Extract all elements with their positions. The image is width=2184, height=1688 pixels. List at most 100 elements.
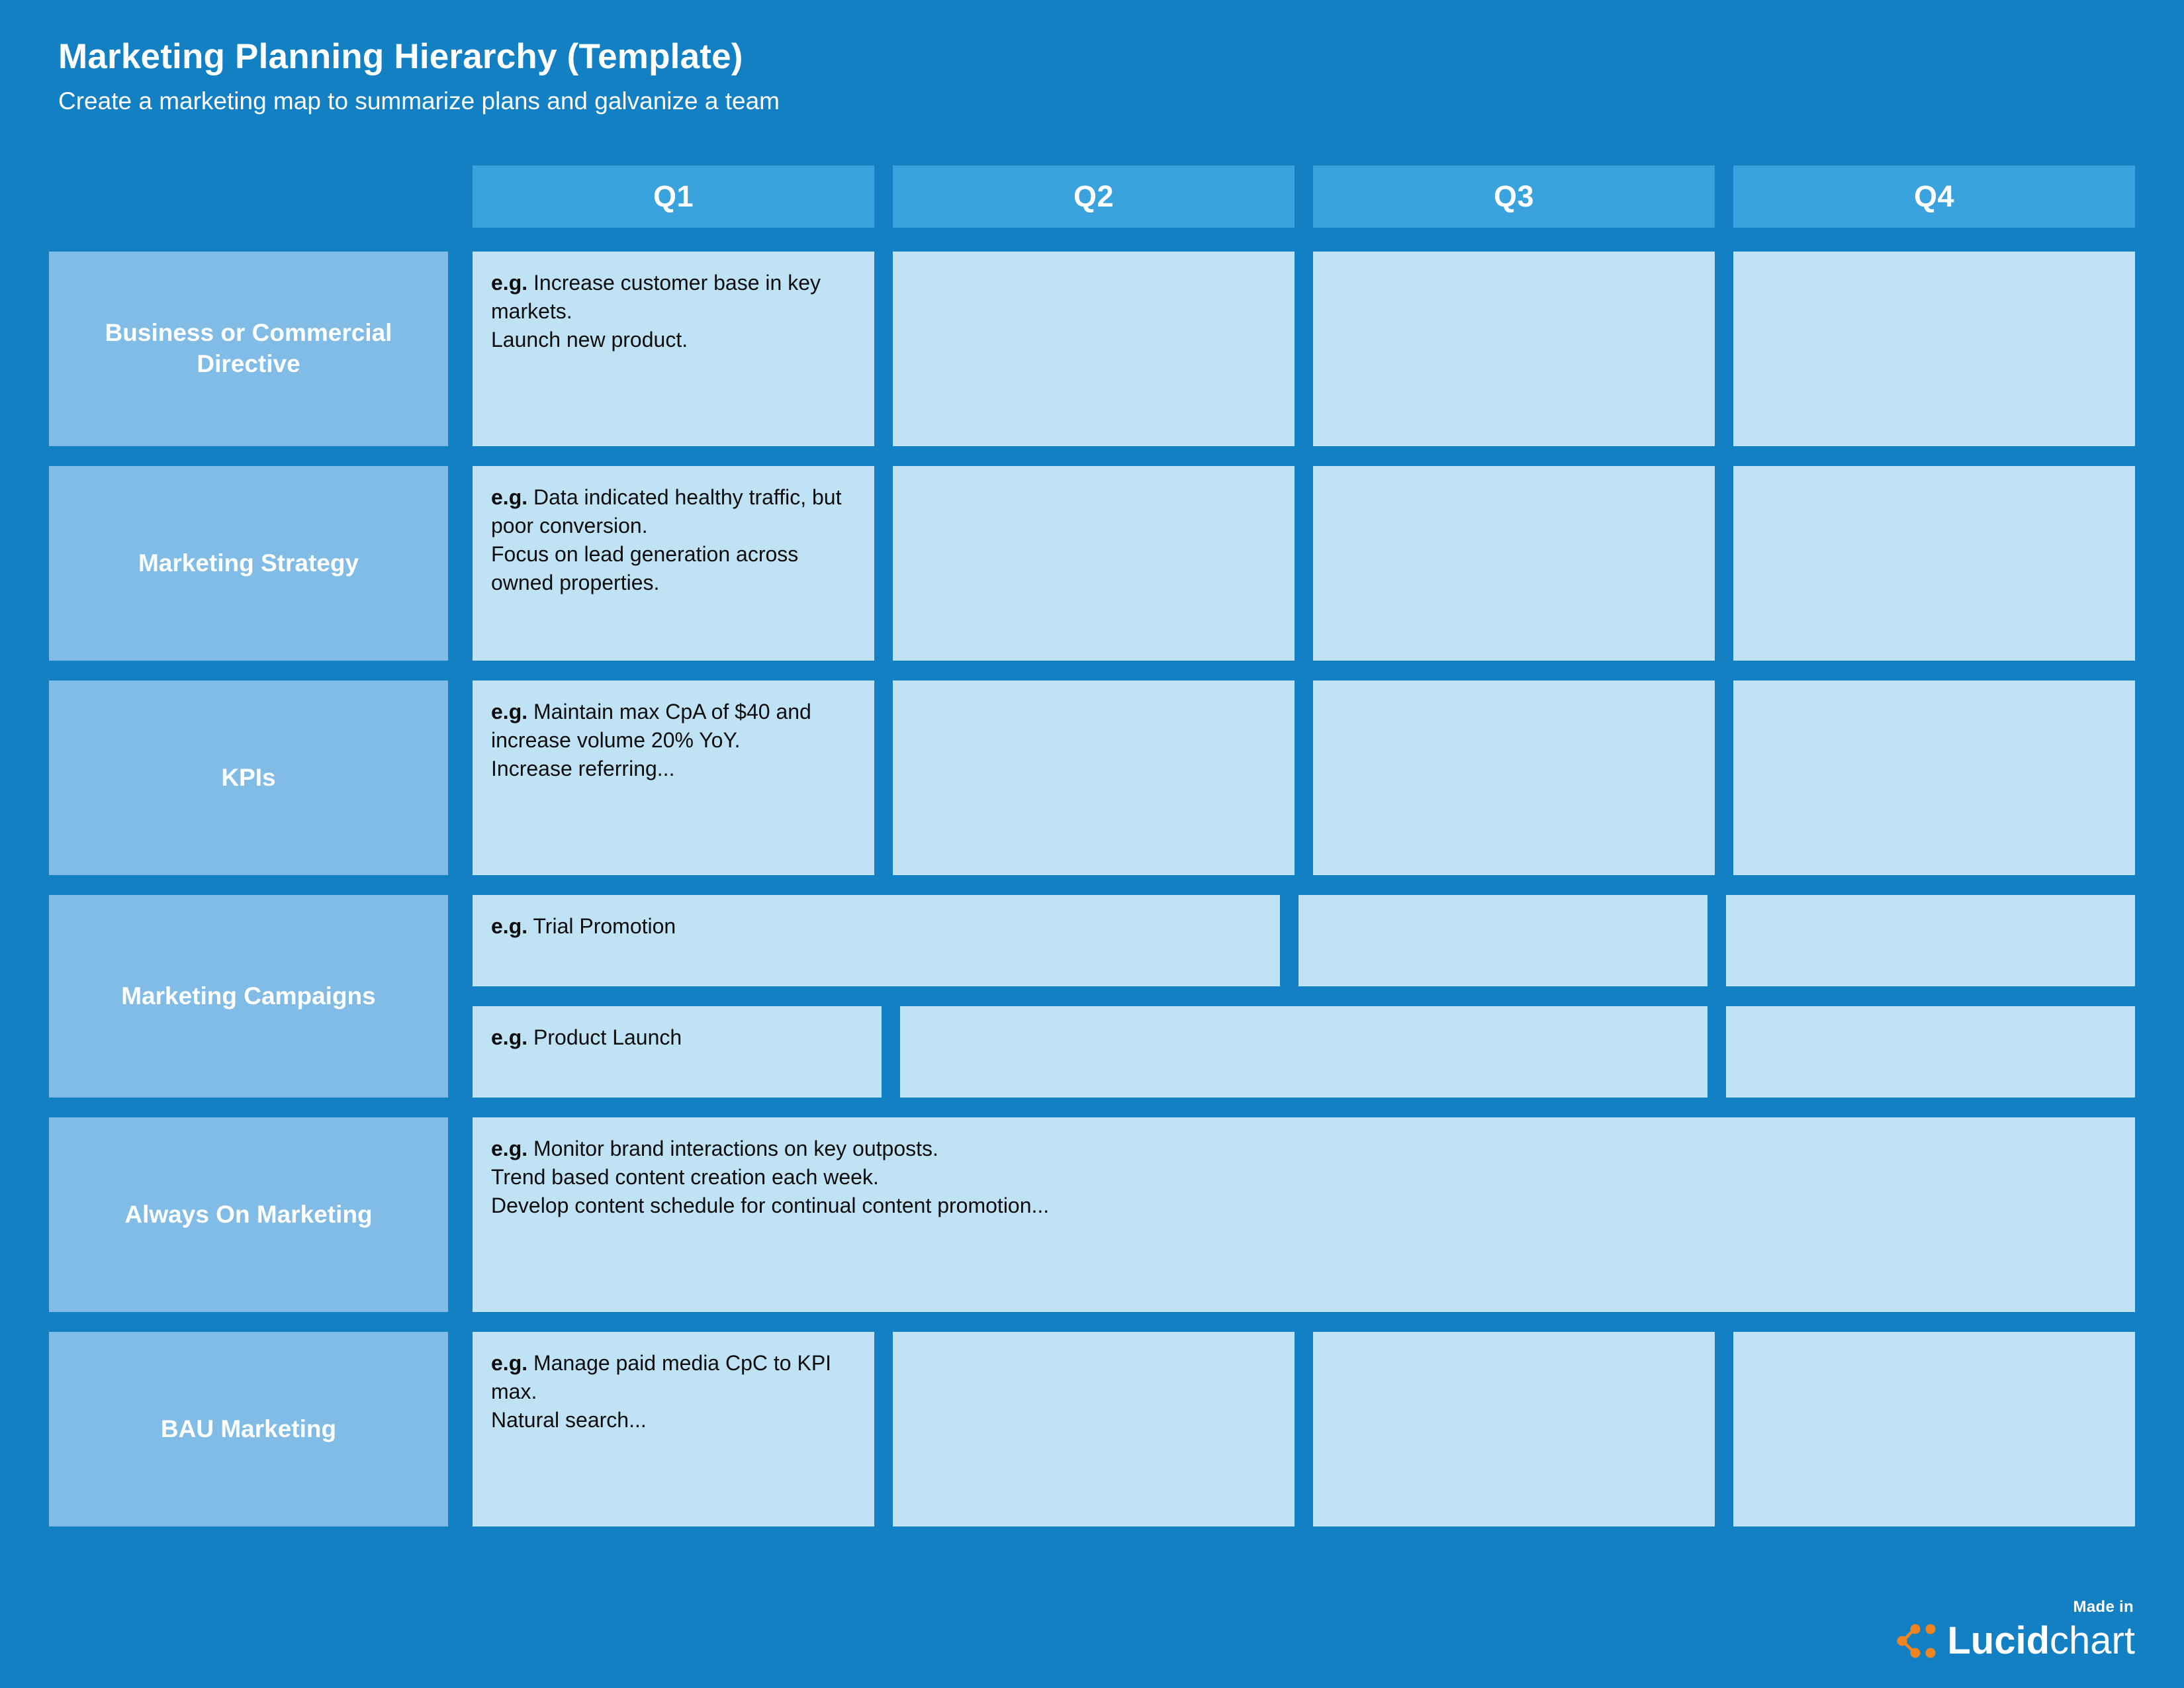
cell-kpis-q4[interactable] — [1733, 680, 2135, 875]
row-label-marketing-strategy[interactable]: Marketing Strategy — [49, 466, 448, 661]
cell-marketing-strategy-q1[interactable]: e.g. Data indicated healthy traffic, but… — [473, 466, 874, 661]
campaigns-subrow-trial-promotion: e.g. Trial Promotion — [473, 895, 2135, 986]
column-gap — [1707, 1006, 1726, 1098]
quarter-label: Q4 — [1913, 179, 1955, 213]
page-title: Marketing Planning Hierarchy (Template) — [58, 37, 743, 76]
row-label-text: Business or Commercial Directive — [105, 319, 392, 377]
column-gap — [874, 466, 893, 661]
row-cells: e.g. Data indicated healthy traffic, but… — [473, 466, 2135, 661]
matrix-row-marketing-campaigns: Marketing Campaigns e.g. Trial Promotion — [49, 895, 2135, 1098]
cell-body: Trial Promotion — [527, 914, 676, 938]
cell-kpis-q3[interactable] — [1313, 680, 1715, 875]
cell-body: Increase customer base in key markets. L… — [491, 271, 821, 352]
cell-text: e.g. Data indicated healthy traffic, but… — [491, 483, 856, 597]
page-subtitle: Create a marketing map to summarize plan… — [58, 87, 780, 115]
cell-business-directive-q1[interactable]: e.g. Increase customer base in key marke… — [473, 252, 874, 446]
column-gap — [882, 1006, 900, 1098]
lucidchart-attribution: Made in Lucidchart — [1894, 1598, 2135, 1660]
eg-prefix: e.g. — [491, 1351, 528, 1375]
row-cells: e.g. Trial Promotion e.g. Product Launch — [473, 895, 2135, 1098]
row-cells: e.g. Increase customer base in key marke… — [473, 252, 2135, 446]
cell-campaign-product-launch-q2q3[interactable] — [900, 1006, 1707, 1098]
column-gap — [1295, 1332, 1313, 1526]
quarter-header-q1[interactable]: Q1 — [473, 165, 874, 228]
cell-business-directive-q4[interactable] — [1733, 252, 2135, 446]
eg-prefix: e.g. — [491, 1025, 528, 1049]
cell-marketing-strategy-q4[interactable] — [1733, 466, 2135, 661]
cell-body: Monitor brand interactions on key outpos… — [491, 1137, 1050, 1217]
wordmark-lucid: Lucid — [1947, 1619, 2050, 1662]
quarter-header-spacer — [49, 165, 448, 228]
cell-bau-marketing-q2[interactable] — [893, 1332, 1295, 1526]
matrix-row-marketing-strategy: Marketing Strategy e.g. Data indicated h… — [49, 466, 2135, 661]
row-label-text: Always On Marketing — [124, 1200, 373, 1228]
cell-bau-marketing-q1[interactable]: e.g. Manage paid media CpC to KPI max. N… — [473, 1332, 874, 1526]
row-label-text: KPIs — [221, 763, 276, 791]
eg-prefix: e.g. — [491, 700, 528, 724]
eg-prefix: e.g. — [491, 271, 528, 295]
campaigns-subrow-product-launch: e.g. Product Launch — [473, 1006, 2135, 1098]
quarter-label: Q1 — [653, 179, 694, 213]
cell-text: e.g. Manage paid media CpC to KPI max. N… — [491, 1349, 856, 1434]
row-cells: e.g. Maintain max CpA of $40 and increas… — [473, 680, 2135, 875]
column-gap — [1715, 1332, 1733, 1526]
row-label-text: Marketing Strategy — [138, 549, 359, 577]
column-gap — [874, 680, 893, 875]
row-label-marketing-campaigns[interactable]: Marketing Campaigns — [49, 895, 448, 1098]
lucidchart-logo: Lucidchart — [1894, 1622, 2135, 1660]
column-gap — [1295, 680, 1313, 875]
cell-text: e.g. Product Launch — [491, 1023, 863, 1052]
cell-campaign-product-launch-q1[interactable]: e.g. Product Launch — [473, 1006, 882, 1098]
column-gap — [1295, 252, 1313, 446]
row-cells: e.g. Manage paid media CpC to KPI max. N… — [473, 1332, 2135, 1526]
made-in-label: Made in — [2073, 1598, 2134, 1616]
cell-body: Manage paid media CpC to KPI max. Natura… — [491, 1351, 832, 1432]
column-gap — [874, 252, 893, 446]
column-gap — [1715, 165, 1733, 228]
row-label-business-directive[interactable]: Business or Commercial Directive — [49, 252, 448, 446]
column-gap — [1715, 466, 1733, 661]
cell-campaign-trial-promotion-q3[interactable] — [1298, 895, 1707, 986]
cell-campaign-product-launch-q4[interactable] — [1725, 1006, 2135, 1098]
cell-text: e.g. Increase customer base in key marke… — [491, 269, 856, 354]
cell-always-on-marketing-all-quarters[interactable]: e.g. Monitor brand interactions on key o… — [473, 1117, 2135, 1312]
cell-campaign-trial-promotion-q1q2[interactable]: e.g. Trial Promotion — [473, 895, 1280, 986]
cell-kpis-q1[interactable]: e.g. Maintain max CpA of $40 and increas… — [473, 680, 874, 875]
planning-matrix: Q1 Q2 Q3 Q4 Business or Commercial Direc… — [49, 165, 2135, 1526]
row-label-always-on-marketing[interactable]: Always On Marketing — [49, 1117, 448, 1312]
cell-marketing-strategy-q3[interactable] — [1313, 466, 1715, 661]
cell-business-directive-q3[interactable] — [1313, 252, 1715, 446]
quarter-header-row: Q1 Q2 Q3 Q4 — [49, 165, 2135, 228]
column-gap — [874, 1332, 893, 1526]
page-header: Marketing Planning Hierarchy (Template) … — [58, 37, 1779, 116]
column-gap — [1707, 895, 1726, 986]
cell-body: Product Launch — [527, 1025, 682, 1049]
lucidchart-wordmark: Lucidchart — [1947, 1622, 2135, 1660]
cell-campaign-trial-promotion-q4[interactable] — [1725, 895, 2135, 986]
cell-marketing-strategy-q2[interactable] — [893, 466, 1295, 661]
row-label-kpis[interactable]: KPIs — [49, 680, 448, 875]
cell-text: e.g. Trial Promotion — [491, 912, 1261, 941]
column-gap — [1295, 466, 1313, 661]
quarter-header-q2[interactable]: Q2 — [893, 165, 1295, 228]
cell-business-directive-q2[interactable] — [893, 252, 1295, 446]
row-cells: e.g. Monitor brand interactions on key o… — [473, 1117, 2135, 1312]
wordmark-chart: chart — [2050, 1619, 2135, 1662]
row-label-bau-marketing[interactable]: BAU Marketing — [49, 1332, 448, 1526]
quarter-header-q4[interactable]: Q4 — [1733, 165, 2135, 228]
quarter-header-q3[interactable]: Q3 — [1313, 165, 1715, 228]
cell-bau-marketing-q4[interactable] — [1733, 1332, 2135, 1526]
matrix-row-kpis: KPIs e.g. Maintain max CpA of $40 and in… — [49, 680, 2135, 875]
lucid-node-graph-icon — [1897, 1624, 1936, 1658]
cell-bau-marketing-q3[interactable] — [1313, 1332, 1715, 1526]
column-gap — [874, 165, 893, 228]
column-gap — [1295, 165, 1313, 228]
column-gap — [1715, 252, 1733, 446]
matrix-row-bau-marketing: BAU Marketing e.g. Manage paid media CpC… — [49, 1332, 2135, 1526]
column-gap — [1715, 680, 1733, 875]
cell-text: e.g. Maintain max CpA of $40 and increas… — [491, 698, 856, 783]
cell-kpis-q2[interactable] — [893, 680, 1295, 875]
cell-body: Maintain max CpA of $40 and increase vol… — [491, 700, 811, 780]
eg-prefix: e.g. — [491, 1137, 528, 1160]
column-gap — [1280, 895, 1298, 986]
